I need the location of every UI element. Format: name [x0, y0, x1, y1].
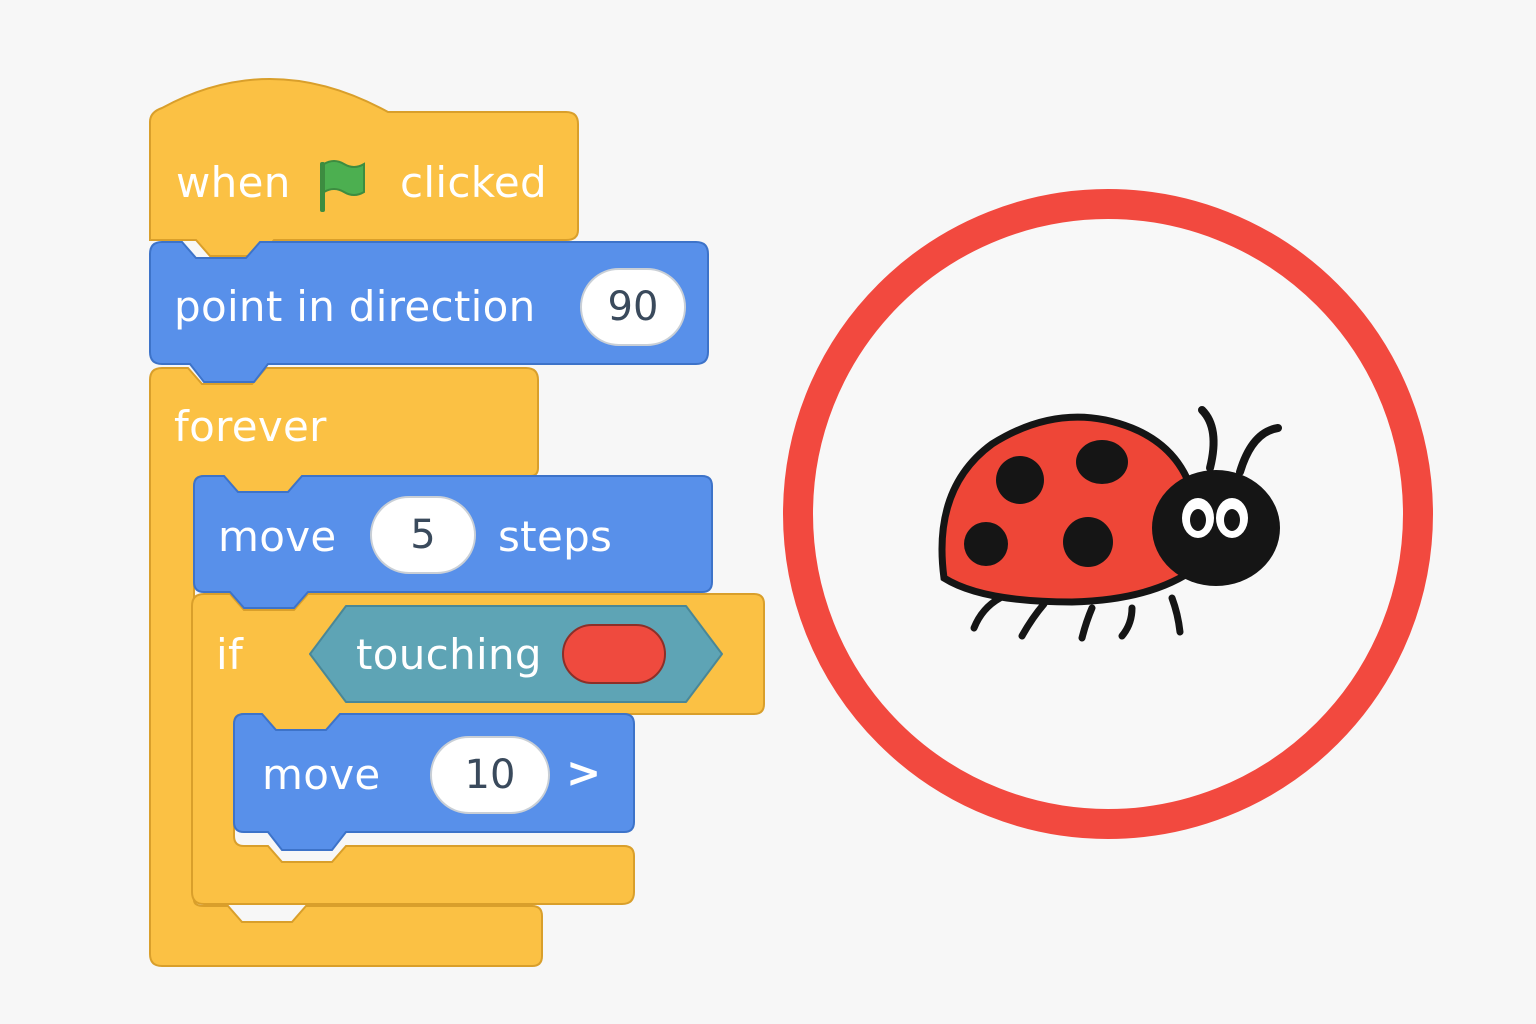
when-label: when [176, 158, 291, 207]
forever-label: forever [174, 402, 327, 451]
point-in-direction-label: point in direction [174, 282, 536, 331]
stage-area[interactable] [782, 188, 1434, 840]
touching-label: touching [356, 630, 542, 679]
steps-label: steps [498, 512, 613, 561]
move-ten-input[interactable]: 10 [430, 736, 550, 814]
move-ten-label: move [262, 750, 381, 799]
if-label: if [216, 630, 244, 679]
touching-color-swatch[interactable] [562, 624, 666, 684]
direction-input[interactable]: 90 [580, 268, 686, 346]
clicked-label: clicked [400, 158, 547, 207]
green-flag-icon [320, 160, 365, 212]
move-label: move [218, 512, 337, 561]
steps-input[interactable]: 5 [370, 496, 476, 574]
move-ten-arrow: > [566, 748, 602, 797]
